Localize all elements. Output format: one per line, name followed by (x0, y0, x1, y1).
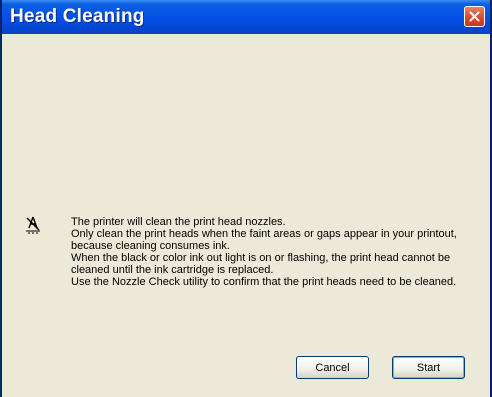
close-button[interactable] (464, 6, 485, 27)
dialog-body: The printer will clean the print head no… (2, 34, 490, 397)
dialog-title: Head Cleaning (10, 6, 145, 27)
head-cleaning-dialog: Head Cleaning The printer will clean the… (0, 0, 492, 397)
instructions-text: The printer will clean the print head no… (71, 216, 466, 288)
message-line: Only clean the print heads when the fain… (71, 228, 457, 252)
cancel-button[interactable]: Cancel (296, 356, 369, 379)
message-line: When the black or color ink out light is… (71, 252, 451, 276)
message-line: The printer will clean the print head no… (71, 216, 286, 228)
title-bar[interactable]: Head Cleaning (2, 0, 490, 34)
head-cleaning-icon (26, 216, 40, 234)
start-button[interactable]: Start (392, 356, 465, 379)
close-icon (469, 11, 480, 22)
message-line: Use the Nozzle Check utility to confirm … (71, 276, 457, 288)
